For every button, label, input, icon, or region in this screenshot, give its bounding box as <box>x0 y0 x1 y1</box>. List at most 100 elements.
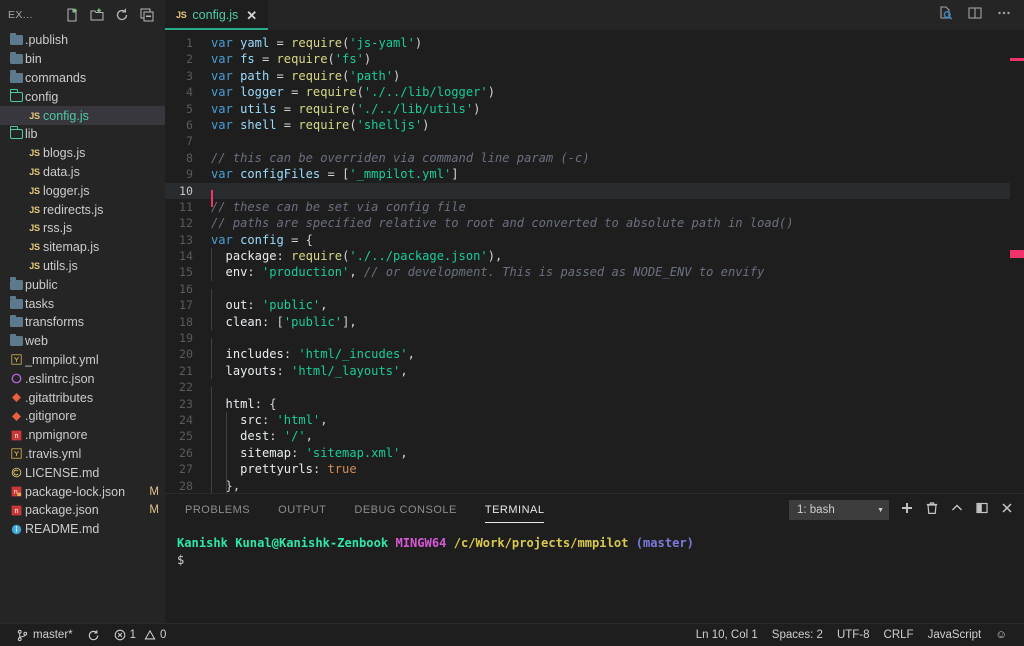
code-line[interactable]: 9var configFiles = ['_mmpilot.yml'] <box>165 166 1010 182</box>
tree-item-data-js[interactable]: JSdata.js <box>0 163 165 182</box>
tree-item-logger-js[interactable]: JSlogger.js <box>0 181 165 200</box>
code-line[interactable]: 21 layouts: 'html/_layouts', <box>165 363 1010 379</box>
code-line[interactable]: 4var logger = require('./../lib/logger') <box>165 84 1010 100</box>
more-actions-icon[interactable] <box>996 5 1012 26</box>
code-line[interactable]: 19 <box>165 330 1010 346</box>
code-line[interactable]: 7 <box>165 133 1010 149</box>
code-line[interactable]: 24 src: 'html', <box>165 412 1010 428</box>
panel-tab-problems[interactable]: PROBLEMS <box>185 497 250 523</box>
file-icon <box>8 299 25 309</box>
tree-item-travis-yml[interactable]: .travis.yml <box>0 445 165 464</box>
panel-tab-terminal[interactable]: TERMINAL <box>485 497 545 523</box>
code-line[interactable]: 3var path = require('path') <box>165 68 1010 84</box>
refresh-icon[interactable] <box>114 7 130 23</box>
code-line[interactable]: 2var fs = require('fs') <box>165 51 1010 67</box>
tree-item-mmpilot-yml[interactable]: _mmpilot.yml <box>0 351 165 370</box>
tree-item-gitattributes[interactable]: .gitattributes <box>0 388 165 407</box>
split-editor-icon[interactable] <box>967 5 983 26</box>
status-language-mode[interactable]: JavaScript <box>921 624 989 646</box>
tab-config-js[interactable]: JS config.js ✕ <box>165 0 268 30</box>
line-number: 12 <box>165 215 211 231</box>
token: path <box>240 69 269 83</box>
code-line[interactable]: 13var config = { <box>165 232 1010 248</box>
code-line[interactable]: 10 <box>165 183 1010 199</box>
maximize-panel-icon[interactable] <box>950 501 964 520</box>
code-line[interactable]: 1var yaml = require('js-yaml') <box>165 35 1010 51</box>
tree-item-lib[interactable]: lib <box>0 125 165 144</box>
tree-item-eslintrc-json[interactable]: .eslintrc.json <box>0 369 165 388</box>
tree-item-npmignore[interactable]: n.npmignore <box>0 426 165 445</box>
tree-item-publish[interactable]: .publish <box>0 31 165 50</box>
line-number: 20 <box>165 346 211 362</box>
tree-item-redirects-js[interactable]: JSredirects.js <box>0 200 165 219</box>
collapse-all-icon[interactable] <box>139 7 155 23</box>
tree-item-gitignore[interactable]: .gitignore <box>0 407 165 426</box>
status-problems[interactable]: 1 0 <box>107 624 174 646</box>
tree-item-blogs-js[interactable]: JSblogs.js <box>0 144 165 163</box>
overview-ruler[interactable] <box>1010 30 1024 493</box>
token: ) <box>422 118 429 132</box>
panel-tab-debug-console[interactable]: DEBUG CONSOLE <box>354 497 456 523</box>
tree-item-rss-js[interactable]: JSrss.js <box>0 219 165 238</box>
code-line[interactable]: 18 clean: ['public'], <box>165 314 1010 330</box>
terminal-selector[interactable]: 1: bash ▼ <box>789 500 889 520</box>
code-line[interactable]: 15 env: 'production', // or development.… <box>165 264 1010 280</box>
token: , <box>349 265 364 279</box>
code-line[interactable]: 17 out: 'public', <box>165 297 1010 313</box>
code-line[interactable]: 16 <box>165 281 1010 297</box>
file-icon: n <box>8 430 25 441</box>
file-tree[interactable]: .publishbincommandsconfigJSconfig.jslibJ… <box>0 30 165 623</box>
status-encoding[interactable]: UTF-8 <box>830 624 877 646</box>
code-line[interactable]: 5var utils = require('./../lib/utils') <box>165 101 1010 117</box>
status-sync[interactable] <box>80 624 107 646</box>
tree-item-readme-md[interactable]: README.md <box>0 520 165 539</box>
tree-item-transforms[interactable]: transforms <box>0 313 165 332</box>
code-line[interactable]: 12// paths are specified relative to roo… <box>165 215 1010 231</box>
terminal-input-line[interactable]: $ <box>177 552 1024 569</box>
code-content[interactable]: 1var yaml = require('js-yaml')2var fs = … <box>165 30 1010 493</box>
tree-item-tasks[interactable]: tasks <box>0 294 165 313</box>
tree-item-config[interactable]: config <box>0 87 165 106</box>
new-folder-icon[interactable] <box>89 7 105 23</box>
open-changes-icon[interactable] <box>938 5 954 26</box>
kill-terminal-icon[interactable] <box>925 501 939 520</box>
status-eol[interactable]: CRLF <box>877 624 921 646</box>
terminal-output[interactable]: Kanishk Kunal@Kanishk-Zenbook MINGW64 /c… <box>165 526 1024 623</box>
code-line[interactable]: 26 sitemap: 'sitemap.xml', <box>165 445 1010 461</box>
tree-item-utils-js[interactable]: JSutils.js <box>0 257 165 276</box>
code-line[interactable]: 23 html: { <box>165 396 1010 412</box>
tree-item-config-js[interactable]: JSconfig.js <box>0 106 165 125</box>
code-line[interactable]: 20 includes: 'html/_incudes', <box>165 346 1010 362</box>
code-line[interactable]: 27 prettyurls: true <box>165 461 1010 477</box>
ruler-mark <box>1010 250 1024 258</box>
status-indentation[interactable]: Spaces: 2 <box>765 624 830 646</box>
status-feedback[interactable]: ☺ <box>988 624 1014 646</box>
code-line[interactable]: 28 }, <box>165 478 1010 493</box>
tree-item-package-json[interactable]: npackage.jsonM <box>0 501 165 520</box>
close-panel-icon[interactable] <box>1000 501 1014 520</box>
code-line[interactable]: 6var shell = require('shelljs') <box>165 117 1010 133</box>
new-file-icon[interactable] <box>64 7 80 23</box>
panel-tab-output[interactable]: OUTPUT <box>278 497 326 523</box>
token: './../package.json' <box>349 249 487 263</box>
new-terminal-icon[interactable] <box>900 501 914 520</box>
code-line[interactable]: 14 package: require('./../package.json')… <box>165 248 1010 264</box>
editor-group: JS config.js ✕ 1 <box>165 0 1024 623</box>
status-branch[interactable]: master* <box>9 624 80 646</box>
code-line[interactable]: 8// this can be overriden via command li… <box>165 150 1010 166</box>
tree-item-sitemap-js[interactable]: JSsitemap.js <box>0 238 165 257</box>
tree-item-license-md[interactable]: LICENSE.md <box>0 463 165 482</box>
tree-item-commands[interactable]: commands <box>0 69 165 88</box>
editor-viewport[interactable]: 1var yaml = require('js-yaml')2var fs = … <box>165 30 1024 493</box>
close-icon[interactable]: ✕ <box>244 9 259 22</box>
tree-item-public[interactable]: public <box>0 275 165 294</box>
split-terminal-icon[interactable] <box>975 501 989 520</box>
tree-item-package-lock-json[interactable]: npackage-lock.jsonM <box>0 482 165 501</box>
tree-item-bin[interactable]: bin <box>0 50 165 69</box>
code-line[interactable]: 22 <box>165 379 1010 395</box>
status-cursor-position[interactable]: Ln 10, Col 1 <box>689 624 765 646</box>
code-line[interactable]: 11// these can be set via config file <box>165 199 1010 215</box>
tree-item-web[interactable]: web <box>0 332 165 351</box>
code-line[interactable]: 25 dest: '/', <box>165 428 1010 444</box>
line-number: 23 <box>165 396 211 412</box>
